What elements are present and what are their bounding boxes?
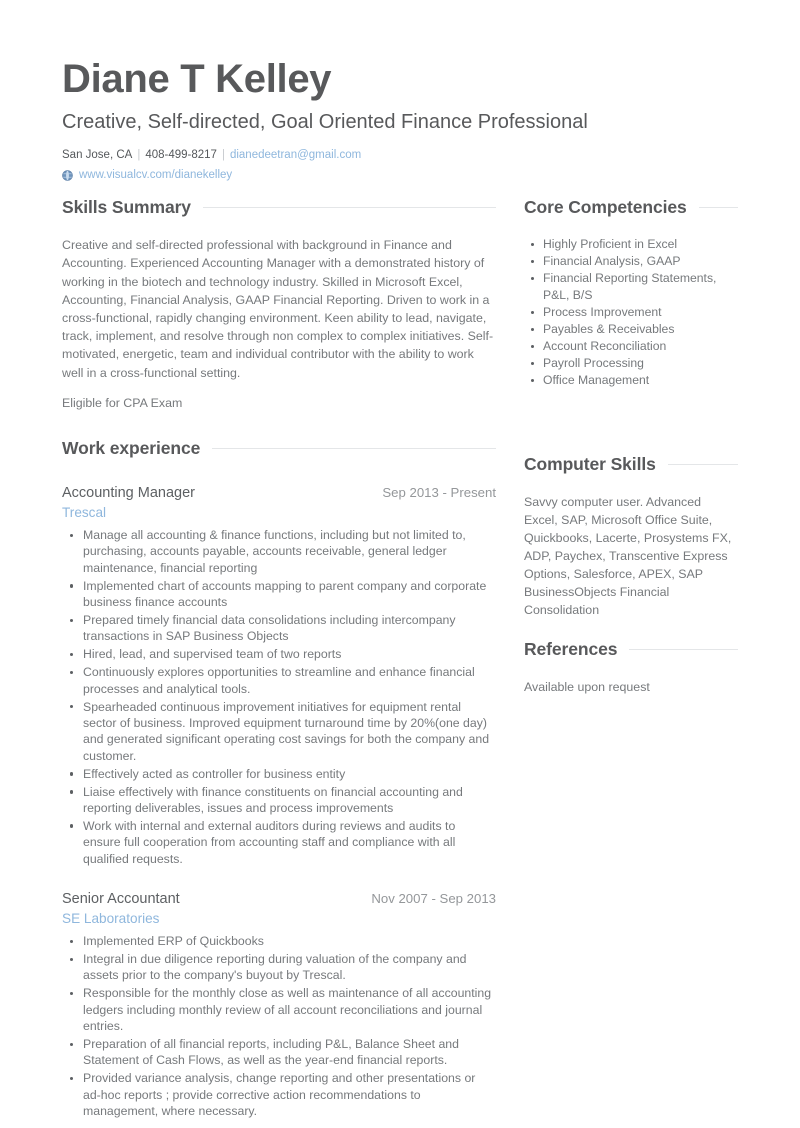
section-title-computer-skills: Computer Skills (524, 454, 656, 475)
section-computer-skills: Computer Skills Savvy computer user. Adv… (524, 454, 738, 619)
list-item: Implemented chart of accounts mapping to… (62, 578, 496, 611)
section-heading: References (524, 639, 738, 660)
list-item: Process Improvement (524, 304, 738, 321)
work-experience-entry: Senior Accountant Nov 2007 - Sep 2013 SE… (62, 889, 496, 1119)
contact-separator: | (137, 149, 141, 162)
core-competencies-body: Highly Proficient in Excel Financial Ana… (524, 226, 738, 389)
list-item: Payables & Receivables (524, 321, 738, 338)
section-title-core-competencies: Core Competencies (524, 197, 687, 218)
section-references: References Available upon request (524, 639, 738, 696)
list-item: Responsible for the monthly close as wel… (62, 985, 496, 1034)
work-experience-entry: Accounting Manager Sep 2013 - Present Tr… (62, 483, 496, 867)
contact-separator: | (221, 149, 225, 162)
section-heading: Core Competencies (524, 197, 738, 218)
job-company[interactable]: Trescal (62, 503, 496, 523)
list-item: Financial Reporting Statements, P&L, B/S (524, 270, 738, 303)
job-header-row: Senior Accountant Nov 2007 - Sep 2013 (62, 889, 496, 909)
job-title: Senior Accountant (62, 891, 180, 908)
contact-phone: 408-499-8217 (145, 149, 217, 162)
heading-rule (698, 207, 738, 209)
list-item: Account Reconciliation (524, 338, 738, 355)
section-title-references: References (524, 639, 618, 660)
contact-website-link[interactable]: www.visualcv.com/dianekelley (79, 167, 232, 183)
job-dates: Sep 2013 - Present (382, 485, 496, 501)
job-bullet-list: Manage all accounting & finance function… (62, 527, 496, 867)
contact-location: San Jose, CA (62, 149, 133, 162)
resume-body: Skills Summary Creative and self-directe… (62, 197, 738, 1128)
list-item: Preparation of all financial reports, in… (62, 1036, 496, 1069)
list-item: Provided variance analysis, change repor… (62, 1070, 496, 1119)
core-competencies-list: Highly Proficient in Excel Financial Ana… (524, 236, 738, 389)
job-company[interactable]: SE Laboratories (62, 909, 496, 929)
contact-website-row: www.visualcv.com/dianekelley (62, 167, 738, 183)
job-header-row: Accounting Manager Sep 2013 - Present (62, 483, 496, 503)
list-item: Integral in due diligence reporting duri… (62, 951, 496, 984)
resume-header: Diane T Kelley Creative, Self-directed, … (62, 0, 738, 183)
section-heading: Computer Skills (524, 454, 738, 475)
skills-summary-note: Eligible for CPA Exam (62, 395, 183, 410)
globe-icon (62, 169, 73, 181)
heading-rule (212, 448, 496, 450)
section-work-experience: Work experience Accounting Manager Sep 2… (62, 438, 496, 1128)
skills-summary-body: Creative and self-directed professional … (62, 226, 496, 412)
job-title: Accounting Manager (62, 485, 195, 502)
section-title-skills-summary: Skills Summary (62, 197, 191, 218)
list-item: Implemented ERP of Quickbooks (62, 933, 496, 949)
headline: Creative, Self-directed, Goal Oriented F… (62, 111, 588, 134)
references-text: Available upon request (524, 680, 650, 695)
heading-rule (202, 207, 496, 209)
list-item: Financial Analysis, GAAP (524, 253, 738, 270)
section-core-competencies: Core Competencies Highly Proficient in E… (524, 197, 738, 389)
heading-rule (667, 464, 738, 466)
contact-line: San Jose, CA | 408-499-8217 | dianedeetran@g… (62, 147, 738, 163)
list-item: Liaise effectively with finance constitu… (62, 784, 496, 817)
list-item: Spearheaded continuous improvement initi… (62, 699, 496, 765)
sidebar-column: Core Competencies Highly Proficient in E… (524, 197, 738, 696)
computer-skills-body: Savvy computer user. Advanced Excel, SAP… (524, 483, 738, 619)
list-item: Continuously explores opportunities to s… (62, 664, 496, 697)
resume-page: Diane T Kelley Creative, Self-directed, … (0, 0, 800, 1128)
list-item: Work with internal and external auditors… (62, 818, 496, 867)
job-dates: Nov 2007 - Sep 2013 (371, 891, 496, 907)
references-body: Available upon request (524, 668, 738, 696)
list-item: Payroll Processing (524, 355, 738, 372)
section-heading: Skills Summary (62, 197, 496, 218)
computer-skills-text: Savvy computer user. Advanced Excel, SAP… (524, 495, 732, 618)
list-item: Highly Proficient in Excel (524, 236, 738, 253)
job-bullet-list: Implemented ERP of Quickbooks Integral i… (62, 933, 496, 1119)
heading-rule (629, 649, 738, 651)
section-heading: Work experience (62, 438, 496, 459)
section-skills-summary: Skills Summary Creative and self-directe… (62, 197, 496, 412)
list-item: Office Management (524, 372, 738, 389)
skills-summary-paragraph: Creative and self-directed professional … (62, 238, 494, 380)
section-title-work-experience: Work experience (62, 438, 201, 459)
page-title: Diane T Kelley (62, 57, 332, 101)
list-item: Manage all accounting & finance function… (62, 527, 496, 576)
list-item: Prepared timely financial data consolida… (62, 612, 496, 645)
main-column: Skills Summary Creative and self-directe… (62, 197, 514, 1128)
list-item: Effectively acted as controller for busi… (62, 766, 496, 782)
contact-email-link[interactable]: dianedeetran@gmail.com (230, 149, 361, 161)
list-item: Hired, lead, and supervised team of two … (62, 646, 496, 662)
